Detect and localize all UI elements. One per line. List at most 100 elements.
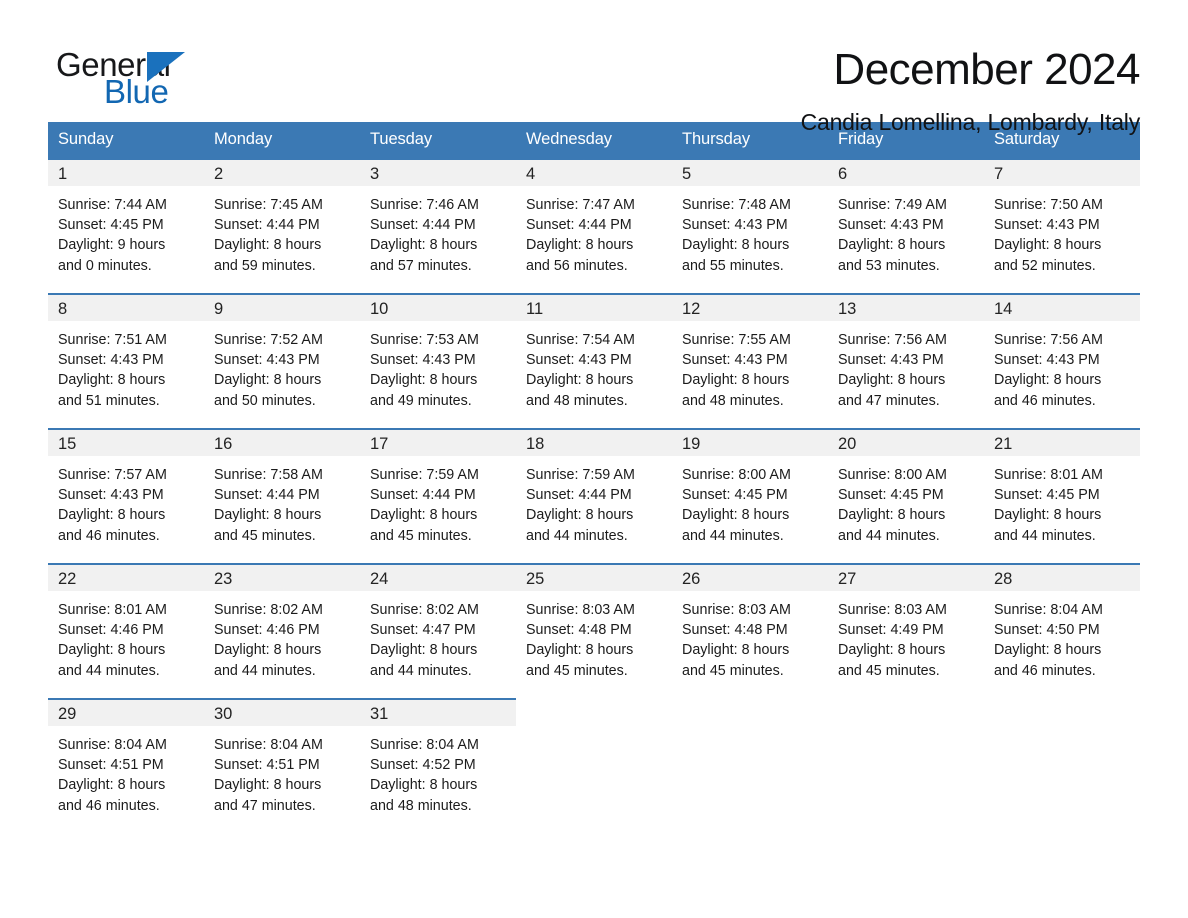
day-sun-info: Sunrise: 7:55 AM Sunset: 4:43 PM Dayligh…	[682, 332, 791, 409]
day-cell-5[interactable]: 5 Sunrise: 7:48 AM Sunset: 4:43 PM Daylig…	[672, 158, 828, 293]
day-cell-12[interactable]: 12 Sunrise: 7:55 AM Sunset: 4:43 PM Dayli…	[672, 293, 828, 428]
day-cell-18[interactable]: 18 Sunrise: 7:59 AM Sunset: 4:44 PM Dayli…	[516, 428, 672, 563]
day-cell-19[interactable]: 19 Sunrise: 8:00 AM Sunset: 4:45 PM Dayli…	[672, 428, 828, 563]
day-cell-20[interactable]: 20 Sunrise: 8:00 AM Sunset: 4:45 PM Dayli…	[828, 428, 984, 563]
day-cell-1[interactable]: 1 Sunrise: 7:44 AM Sunset: 4:45 PM Daylig…	[48, 158, 204, 293]
day-sun-info: Sunrise: 7:44 AM Sunset: 4:45 PM Dayligh…	[58, 197, 167, 274]
day-number: 28	[984, 565, 1140, 591]
day-number: 30	[204, 700, 360, 726]
day-number: 18	[516, 430, 672, 456]
day-number: 21	[984, 430, 1140, 456]
day-sun-info: Sunrise: 7:46 AM Sunset: 4:44 PM Dayligh…	[370, 197, 479, 274]
calendar-table: Sunday Monday Tuesday Wednesday Thursday…	[48, 122, 1140, 833]
day-number	[672, 698, 828, 724]
weekday-header-sunday: Sunday	[48, 122, 204, 158]
day-number	[516, 698, 672, 724]
day-sun-info: Sunrise: 8:04 AM Sunset: 4:51 PM Dayligh…	[214, 737, 323, 814]
calendar-day-cell: 21 Sunrise: 8:01 AM Sunset: 4:45 PM Dayli…	[984, 428, 1140, 563]
day-cell-14[interactable]: 14 Sunrise: 7:56 AM Sunset: 4:43 PM Dayli…	[984, 293, 1140, 428]
day-cell-6[interactable]: 6 Sunrise: 7:49 AM Sunset: 4:43 PM Daylig…	[828, 158, 984, 293]
calendar-day-cell: 20 Sunrise: 8:00 AM Sunset: 4:45 PM Dayli…	[828, 428, 984, 563]
day-number: 19	[672, 430, 828, 456]
day-number: 5	[672, 160, 828, 186]
day-cell-empty	[828, 698, 984, 833]
day-sun-info: Sunrise: 7:49 AM Sunset: 4:43 PM Dayligh…	[838, 197, 947, 274]
calendar-day-cell: 14 Sunrise: 7:56 AM Sunset: 4:43 PM Dayli…	[984, 293, 1140, 428]
calendar-day-cell: 4 Sunrise: 7:47 AM Sunset: 4:44 PM Daylig…	[516, 158, 672, 293]
day-number: 24	[360, 565, 516, 591]
day-number: 1	[48, 160, 204, 186]
calendar-day-cell: 1 Sunrise: 7:44 AM Sunset: 4:45 PM Daylig…	[48, 158, 204, 293]
day-number: 15	[48, 430, 204, 456]
day-sun-info: Sunrise: 8:00 AM Sunset: 4:45 PM Dayligh…	[838, 467, 947, 544]
calendar-body: 1 Sunrise: 7:44 AM Sunset: 4:45 PM Daylig…	[48, 158, 1140, 833]
day-cell-30[interactable]: 30 Sunrise: 8:04 AM Sunset: 4:51 PM Dayli…	[204, 698, 360, 833]
calendar-day-cell: 19 Sunrise: 8:00 AM Sunset: 4:45 PM Dayli…	[672, 428, 828, 563]
day-sun-info: Sunrise: 8:04 AM Sunset: 4:51 PM Dayligh…	[58, 737, 167, 814]
calendar-day-cell: 5 Sunrise: 7:48 AM Sunset: 4:43 PM Daylig…	[672, 158, 828, 293]
day-cell-21[interactable]: 21 Sunrise: 8:01 AM Sunset: 4:45 PM Dayli…	[984, 428, 1140, 563]
day-cell-28[interactable]: 28 Sunrise: 8:04 AM Sunset: 4:50 PM Dayli…	[984, 563, 1140, 698]
calendar-day-cell: 17 Sunrise: 7:59 AM Sunset: 4:44 PM Dayli…	[360, 428, 516, 563]
day-number: 26	[672, 565, 828, 591]
calendar-day-cell	[984, 698, 1140, 833]
day-cell-31[interactable]: 31 Sunrise: 8:04 AM Sunset: 4:52 PM Dayli…	[360, 698, 516, 833]
day-cell-24[interactable]: 24 Sunrise: 8:02 AM Sunset: 4:47 PM Dayli…	[360, 563, 516, 698]
calendar-week-row: 22 Sunrise: 8:01 AM Sunset: 4:46 PM Dayli…	[48, 563, 1140, 698]
calendar-day-cell: 3 Sunrise: 7:46 AM Sunset: 4:44 PM Daylig…	[360, 158, 516, 293]
day-number: 17	[360, 430, 516, 456]
day-cell-15[interactable]: 15 Sunrise: 7:57 AM Sunset: 4:43 PM Dayli…	[48, 428, 204, 563]
day-cell-3[interactable]: 3 Sunrise: 7:46 AM Sunset: 4:44 PM Daylig…	[360, 158, 516, 293]
day-number: 14	[984, 295, 1140, 321]
calendar-day-cell: 16 Sunrise: 7:58 AM Sunset: 4:44 PM Dayli…	[204, 428, 360, 563]
calendar-day-cell: 27 Sunrise: 8:03 AM Sunset: 4:49 PM Dayli…	[828, 563, 984, 698]
day-number: 8	[48, 295, 204, 321]
day-cell-26[interactable]: 26 Sunrise: 8:03 AM Sunset: 4:48 PM Dayli…	[672, 563, 828, 698]
day-cell-29[interactable]: 29 Sunrise: 8:04 AM Sunset: 4:51 PM Dayli…	[48, 698, 204, 833]
day-cell-11[interactable]: 11 Sunrise: 7:54 AM Sunset: 4:43 PM Dayli…	[516, 293, 672, 428]
day-cell-22[interactable]: 22 Sunrise: 8:01 AM Sunset: 4:46 PM Dayli…	[48, 563, 204, 698]
day-cell-10[interactable]: 10 Sunrise: 7:53 AM Sunset: 4:43 PM Dayli…	[360, 293, 516, 428]
day-cell-25[interactable]: 25 Sunrise: 8:03 AM Sunset: 4:48 PM Dayli…	[516, 563, 672, 698]
day-cell-4[interactable]: 4 Sunrise: 7:47 AM Sunset: 4:44 PM Daylig…	[516, 158, 672, 293]
day-cell-23[interactable]: 23 Sunrise: 8:02 AM Sunset: 4:46 PM Dayli…	[204, 563, 360, 698]
day-sun-info: Sunrise: 7:50 AM Sunset: 4:43 PM Dayligh…	[994, 197, 1103, 274]
day-sun-info: Sunrise: 8:02 AM Sunset: 4:47 PM Dayligh…	[370, 602, 479, 679]
day-number: 27	[828, 565, 984, 591]
day-sun-info: Sunrise: 8:04 AM Sunset: 4:50 PM Dayligh…	[994, 602, 1103, 679]
day-number: 3	[360, 160, 516, 186]
day-sun-info: Sunrise: 8:01 AM Sunset: 4:46 PM Dayligh…	[58, 602, 167, 679]
calendar-day-cell: 15 Sunrise: 7:57 AM Sunset: 4:43 PM Dayli…	[48, 428, 204, 563]
day-sun-info	[672, 724, 828, 733]
day-cell-9[interactable]: 9 Sunrise: 7:52 AM Sunset: 4:43 PM Daylig…	[204, 293, 360, 428]
day-sun-info: Sunrise: 8:02 AM Sunset: 4:46 PM Dayligh…	[214, 602, 323, 679]
day-sun-info: Sunrise: 7:47 AM Sunset: 4:44 PM Dayligh…	[526, 197, 635, 274]
calendar-day-cell: 18 Sunrise: 7:59 AM Sunset: 4:44 PM Dayli…	[516, 428, 672, 563]
calendar-day-cell: 28 Sunrise: 8:04 AM Sunset: 4:50 PM Dayli…	[984, 563, 1140, 698]
day-number: 13	[828, 295, 984, 321]
day-sun-info: Sunrise: 7:53 AM Sunset: 4:43 PM Dayligh…	[370, 332, 479, 409]
day-cell-7[interactable]: 7 Sunrise: 7:50 AM Sunset: 4:43 PM Daylig…	[984, 158, 1140, 293]
day-cell-8[interactable]: 8 Sunrise: 7:51 AM Sunset: 4:43 PM Daylig…	[48, 293, 204, 428]
day-sun-info: Sunrise: 8:04 AM Sunset: 4:52 PM Dayligh…	[370, 737, 479, 814]
day-sun-info: Sunrise: 7:58 AM Sunset: 4:44 PM Dayligh…	[214, 467, 323, 544]
day-sun-info: Sunrise: 7:57 AM Sunset: 4:43 PM Dayligh…	[58, 467, 167, 544]
day-number: 22	[48, 565, 204, 591]
calendar-week-row: 29 Sunrise: 8:04 AM Sunset: 4:51 PM Dayli…	[48, 698, 1140, 833]
day-cell-17[interactable]: 17 Sunrise: 7:59 AM Sunset: 4:44 PM Dayli…	[360, 428, 516, 563]
calendar-day-cell: 8 Sunrise: 7:51 AM Sunset: 4:43 PM Daylig…	[48, 293, 204, 428]
day-cell-16[interactable]: 16 Sunrise: 7:58 AM Sunset: 4:44 PM Dayli…	[204, 428, 360, 563]
day-cell-empty	[984, 698, 1140, 833]
day-cell-2[interactable]: 2 Sunrise: 7:45 AM Sunset: 4:44 PM Daylig…	[204, 158, 360, 293]
day-cell-27[interactable]: 27 Sunrise: 8:03 AM Sunset: 4:49 PM Dayli…	[828, 563, 984, 698]
day-number: 4	[516, 160, 672, 186]
calendar-day-cell	[672, 698, 828, 833]
calendar-day-cell: 31 Sunrise: 8:04 AM Sunset: 4:52 PM Dayli…	[360, 698, 516, 833]
calendar-week-row: 15 Sunrise: 7:57 AM Sunset: 4:43 PM Dayli…	[48, 428, 1140, 563]
day-number: 25	[516, 565, 672, 591]
day-sun-info: Sunrise: 7:45 AM Sunset: 4:44 PM Dayligh…	[214, 197, 323, 274]
calendar-week-row: 8 Sunrise: 7:51 AM Sunset: 4:43 PM Daylig…	[48, 293, 1140, 428]
day-sun-info: Sunrise: 8:03 AM Sunset: 4:48 PM Dayligh…	[682, 602, 791, 679]
calendar-day-cell	[516, 698, 672, 833]
day-cell-13[interactable]: 13 Sunrise: 7:56 AM Sunset: 4:43 PM Dayli…	[828, 293, 984, 428]
